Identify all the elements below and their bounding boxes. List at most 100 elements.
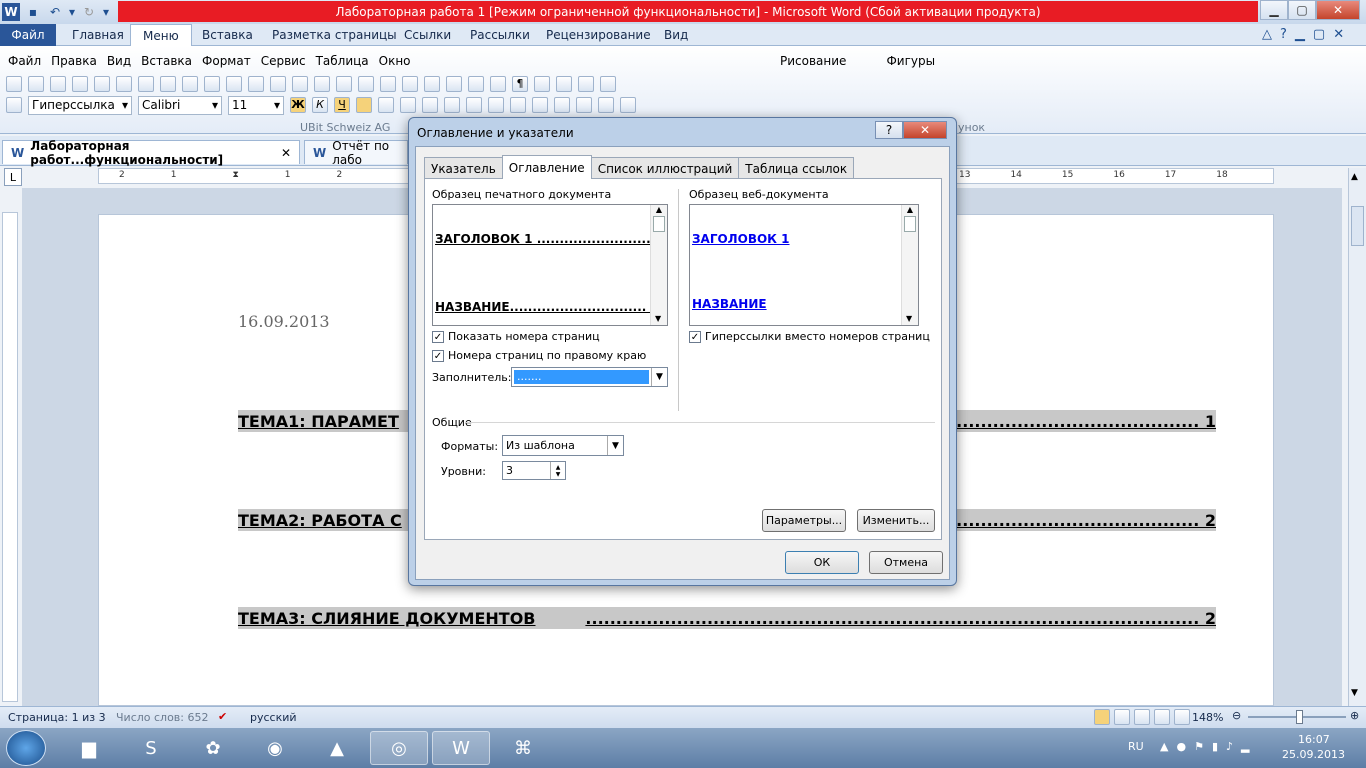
cancel-button[interactable]: Отмена [869,551,943,574]
save-icon[interactable] [50,76,66,92]
tree-app-icon[interactable]: ✿ [184,731,242,765]
tray-volume-icon[interactable]: ♪ [1226,740,1233,753]
formats-select[interactable]: Из шаблона ▼ [502,435,624,456]
drawing-icon[interactable] [424,76,440,92]
redo-icon[interactable] [292,76,308,92]
spelling-icon[interactable] [138,76,154,92]
tab-file[interactable]: Файл [0,24,56,46]
tab-mailings[interactable]: Рассылки [458,24,542,46]
tab-page-layout[interactable]: Разметка страницы [260,24,409,46]
pilcrow-icon[interactable]: ¶ [512,76,528,92]
tab-toc[interactable]: Оглавление [501,155,592,179]
columns-icon[interactable] [402,76,418,92]
striped-globe-icon[interactable]: ◉ [246,731,304,765]
word-count[interactable]: Число слов: 652 [116,711,209,724]
tab-authorities[interactable]: Таблица ссылок [738,157,855,179]
format-painter-icon[interactable] [248,76,264,92]
vertical-scrollbar[interactable]: ▲ ▼ [1348,168,1366,706]
menu-insert[interactable]: Вставка [141,54,192,68]
cut-icon[interactable] [182,76,198,92]
search-icon[interactable] [556,76,572,92]
dialog-close-button[interactable]: ✕ [903,121,947,139]
options-button[interactable]: Параметры... [762,509,846,532]
line-spacing-icon[interactable] [444,97,460,113]
collapse-ribbon-icon[interactable]: △ [1262,27,1272,42]
skype-icon[interactable]: S [122,731,180,765]
help-icon[interactable] [600,76,616,92]
hyperlink-icon[interactable] [314,76,330,92]
minimize-button[interactable]: ▁ [1260,0,1288,20]
levels-spinner[interactable]: 3 ▲ ▼ [502,461,566,480]
research-icon[interactable] [160,76,176,92]
menu-edit[interactable]: Правка [51,54,97,68]
paste-icon[interactable] [226,76,242,92]
tab-view[interactable]: Вид [652,24,700,46]
chart-icon[interactable] [446,76,462,92]
print-icon[interactable] [94,76,110,92]
tab-review[interactable]: Рецензирование [534,24,663,46]
aimp-icon[interactable]: ▲ [308,731,366,765]
align-right-icon[interactable] [400,97,416,113]
ok-button[interactable]: ОК [785,551,859,574]
print-layout-icon[interactable] [1094,709,1110,725]
zoom-level[interactable]: 148% [1192,711,1223,724]
decrease-indent-icon[interactable] [510,97,526,113]
web-layout-icon[interactable] [1134,709,1150,725]
open-icon[interactable] [28,76,44,92]
start-button[interactable] [6,730,46,766]
justify-icon[interactable] [422,97,438,113]
web-preview-scrollbar[interactable]: ▲ ▼ [901,205,918,325]
spinner-arrows-icon[interactable]: ▲ ▼ [550,462,565,479]
right-align-checkbox[interactable]: ✓ Номера страниц по правому краю [432,349,646,362]
print-preview-icon[interactable] [116,76,132,92]
explorer-icon[interactable]: ▆ [60,731,118,765]
close-icon[interactable]: ✕ [281,146,291,160]
styles-icon[interactable] [6,97,22,113]
tray-app-icon[interactable]: ● [1176,740,1186,753]
new-icon[interactable] [6,76,22,92]
maximize-button[interactable]: ▢ [1288,0,1316,20]
tab-references[interactable]: Ссылки [392,24,463,46]
draft-icon[interactable] [1174,709,1190,725]
vertical-ruler[interactable] [2,212,18,702]
reading-icon[interactable] [578,76,594,92]
style-combo[interactable]: Гиперссылка ▾ [28,95,132,115]
doc-tab-report[interactable]: W Отчёт по лабо [304,139,408,167]
outline-icon[interactable] [1154,709,1170,725]
tab-home[interactable]: Главная [60,24,136,46]
pdf-icon[interactable]: ⌘ [494,731,552,765]
smartart-icon[interactable] [468,76,484,92]
zoom-out-icon[interactable]: ⊖ [1232,709,1241,722]
menu-file[interactable]: Файл [8,54,41,68]
doc-minimize-icon[interactable]: ▁ [1295,27,1305,42]
doc-close-icon[interactable]: ✕ [1333,27,1344,42]
show-page-numbers-checkbox[interactable]: ✓ Показать номера страниц [432,330,600,343]
proofing-icon[interactable]: ✔ [218,710,227,723]
font-color-icon[interactable] [598,97,614,113]
hyperlinks-checkbox[interactable]: ✓ Гиперссылки вместо номеров страниц [689,330,930,343]
insert-excel-icon[interactable] [380,76,396,92]
tray-flag-icon[interactable]: ⚑ [1194,740,1204,753]
tab-figures[interactable]: Список иллюстраций [590,157,740,179]
clock-time[interactable]: 16:07 [1298,733,1330,746]
italic-button[interactable]: К [312,97,328,113]
page-count[interactable]: Страница: 1 из 3 [8,711,106,724]
print-preview-scrollbar[interactable]: ▲ ▼ [650,205,667,325]
dialog-help-button[interactable]: ? [875,121,903,139]
close-button[interactable]: ✕ [1316,0,1360,20]
leader-select[interactable]: ....... ▼ [511,367,668,387]
bullets-icon[interactable] [488,97,504,113]
menu-format[interactable]: Формат [202,54,251,68]
zoom-in-icon[interactable]: ⊕ [1350,709,1359,722]
borders-icon[interactable] [554,97,570,113]
numbering-icon[interactable] [466,97,482,113]
font-size-combo[interactable]: 11 ▾ [228,95,284,115]
redo-icon[interactable]: ↻ [80,3,98,21]
undo-icon[interactable] [270,76,286,92]
tables-borders-icon[interactable] [336,76,352,92]
word-taskbar-icon[interactable]: W [432,731,490,765]
toc-entry-3[interactable]: ТЕМА3: СЛИЯНИЕ ДОКУМЕНТОВ...............… [238,607,1216,629]
word-app-icon[interactable]: W [2,3,20,21]
screenshot-icon[interactable] [490,76,506,92]
tab-insert[interactable]: Вставка [190,24,265,46]
